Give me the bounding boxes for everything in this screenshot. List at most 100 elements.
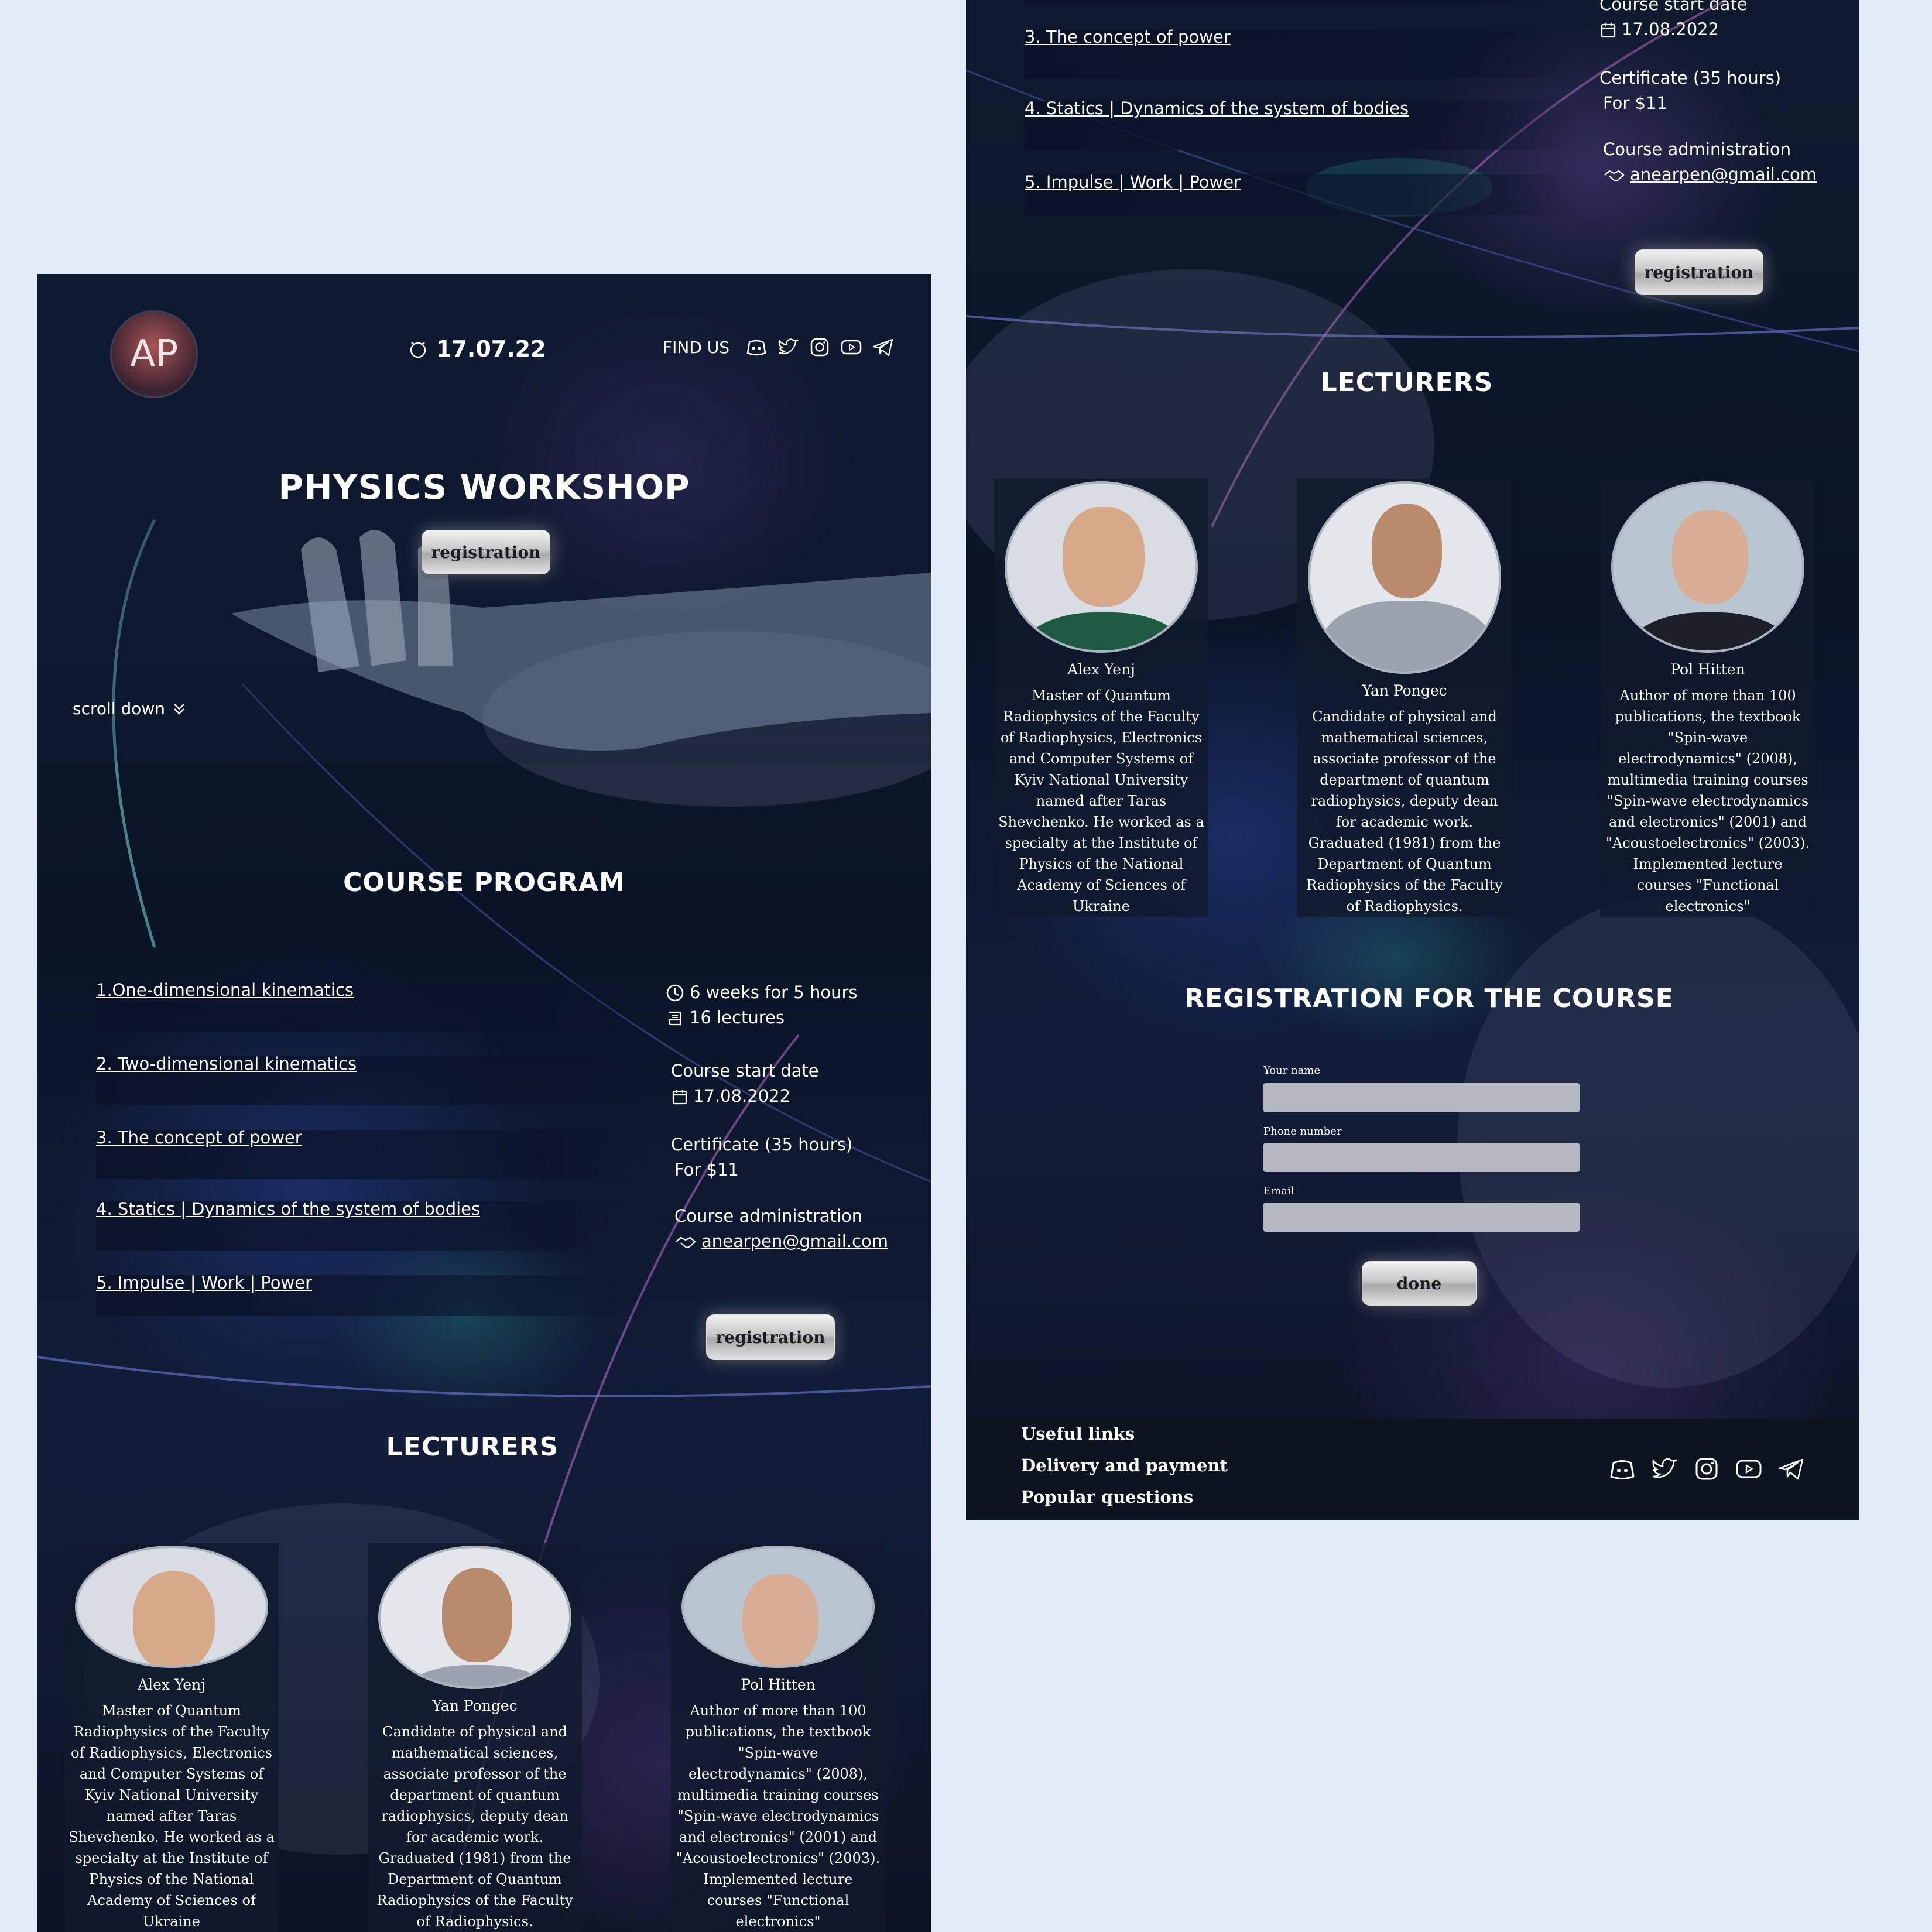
lecturer-name: Alex Yenj — [138, 1676, 205, 1693]
footer-link-questions[interactable]: Popular questions — [1021, 1487, 1193, 1507]
youtube-icon[interactable] — [1734, 1454, 1763, 1484]
lecturer-name: Alex Yenj — [1067, 661, 1135, 678]
lecturer-bio: Candidate of physical and mathematical s… — [1306, 708, 1503, 914]
program-item: 2. Two-dimensional kinematics — [1025, 0, 1581, 5]
price-text: For $11 — [1603, 93, 1667, 113]
program-registration-button[interactable]: registration — [706, 1314, 835, 1360]
robot-hand-graphic — [231, 530, 931, 751]
start-date-label: Course start date — [1599, 0, 1748, 14]
name-label: Your name — [1263, 1064, 1321, 1077]
logo-avatar[interactable]: AP — [110, 310, 198, 398]
program-item: 3. The concept of power — [96, 1128, 652, 1179]
program-item: 3. The concept of power — [1025, 27, 1581, 78]
hero-title: PHYSICS WORKSHOP — [278, 467, 690, 507]
calendar-icon — [1599, 21, 1617, 39]
lecturer-bio: Candidate of physical and mathematical s… — [376, 1724, 573, 1930]
name-input[interactable] — [1263, 1083, 1580, 1112]
email-input[interactable] — [1263, 1203, 1580, 1232]
start-date-value: 17.08.2022 — [1622, 19, 1719, 39]
admin-email-link[interactable]: anearpen@gmail.com — [701, 1229, 888, 1254]
header-date: 17.07.22 — [408, 336, 546, 362]
start-date-label: Course start date — [671, 1061, 819, 1081]
admin-label: Course administration — [1603, 139, 1791, 159]
footer-link-useful[interactable]: Useful links — [1021, 1424, 1135, 1444]
admin-email-link[interactable]: anearpen@gmail.com — [1630, 162, 1817, 187]
program-item-link[interactable]: 3. The concept of power — [1025, 27, 1231, 47]
instagram-icon[interactable] — [1692, 1454, 1721, 1484]
admin-block: Course administration anearpen@gmail.com — [1603, 137, 1817, 187]
duration-text: 6 weeks for 5 hours — [690, 982, 858, 1002]
lecturer-bio: Author of more than 100 publications, th… — [676, 1703, 881, 1930]
footer-link-delivery[interactable]: Delivery and payment — [1021, 1455, 1228, 1475]
lecturer-card: Yan Pongec Candidate of physical and mat… — [1297, 479, 1512, 917]
lecturer-name: Yan Pongec — [1362, 682, 1447, 699]
lecturer-card: Alex Yenj Master of Quantum Radiophysics… — [994, 479, 1208, 917]
lecturer-name: Pol Hitten — [1670, 661, 1745, 678]
program-item-link[interactable]: 4. Statics | Dynamics of the system of b… — [96, 1199, 480, 1219]
twitter-icon[interactable] — [1650, 1454, 1679, 1484]
lecturer-photo — [1005, 481, 1198, 653]
discord-icon[interactable] — [1608, 1454, 1637, 1484]
lectures-text: 16 lectures — [690, 1008, 785, 1027]
program-item-link[interactable]: 4. Statics | Dynamics of the system of b… — [1025, 98, 1409, 118]
footer: Useful links Delivery and payment Popula… — [966, 1419, 1859, 1520]
course-info: 6 weeks for 5 hours 16 lectures — [665, 980, 858, 1030]
program-item-link[interactable]: 2. Two-dimensional kinematics — [96, 1054, 357, 1074]
program-item-link[interactable]: 5. Impulse | Work | Power — [96, 1273, 312, 1293]
lecturer-bio: Master of Quantum Radiophysics of the Fa… — [68, 1703, 275, 1930]
email-label: Email — [1263, 1185, 1294, 1197]
lecturers-title: LECTURERS — [386, 1432, 559, 1462]
admin-email-row: anearpen@gmail.com — [1603, 162, 1817, 187]
page-mockup-top: AP 17.07.22 FIND US PHYSICS WORKSHOP reg… — [37, 274, 931, 1932]
lecturer-card: Yan Pongec Candidate of physical and mat… — [368, 1543, 582, 1932]
lecturer-photo — [681, 1546, 875, 1668]
program-item-link[interactable]: 1.One-dimensional kinematics — [96, 980, 354, 1000]
alarm-clock-icon — [408, 339, 428, 359]
scroll-down-link[interactable]: scroll down — [73, 699, 187, 718]
program-item: 5. Impulse | Work | Power — [96, 1273, 652, 1316]
program-item: 1.One-dimensional kinematics — [96, 980, 652, 1032]
telegram-icon[interactable] — [871, 335, 895, 359]
done-button[interactable]: done — [1362, 1261, 1477, 1306]
logo-text: AP — [129, 333, 179, 376]
lecturer-bio: Master of Quantum Radiophysics of the Fa… — [998, 687, 1204, 914]
telegram-icon[interactable] — [1776, 1454, 1806, 1484]
certificate-text: Certificate (35 hours) — [671, 1135, 853, 1155]
lecturer-name: Yan Pongec — [432, 1697, 518, 1714]
youtube-icon[interactable] — [840, 335, 863, 359]
page-mockup-bottom: 2. Two-dimensional kinematics 3. The con… — [966, 0, 1859, 1520]
start-date-row: 17.08.2022 — [1599, 17, 1748, 42]
phone-input[interactable] — [1263, 1143, 1580, 1172]
certificate-text: Certificate (35 hours) — [1599, 68, 1782, 88]
course-program-title: COURSE PROGRAM — [343, 868, 625, 898]
registration-title: REGISTRATION FOR THE COURSE — [1184, 984, 1674, 1013]
lecturer-card: Alex Yenj Master of Quantum Radiophysics… — [64, 1543, 279, 1932]
lecturer-name: Pol Hitten — [741, 1676, 816, 1693]
scroll-down-label: scroll down — [73, 699, 166, 718]
handshake-icon — [1603, 166, 1625, 184]
admin-email-row: anearpen@gmail.com — [674, 1229, 888, 1254]
handshake-icon — [674, 1233, 697, 1251]
duration-row: 6 weeks for 5 hours — [665, 980, 858, 1005]
instagram-icon[interactable] — [808, 335, 831, 359]
scroll-icon — [665, 1008, 685, 1028]
lecturer-photo — [75, 1546, 268, 1668]
header-social: FIND US — [663, 335, 895, 359]
footer-social — [1608, 1454, 1806, 1484]
lecturers-title: LECTURERS — [1320, 368, 1493, 398]
program-item: 5. Impulse | Work | Power — [1025, 172, 1581, 215]
lecturer-card: Pol Hitten Author of more than 100 publi… — [671, 1543, 885, 1932]
twitter-icon[interactable] — [776, 335, 800, 359]
program-list-continued: 2. Two-dimensional kinematics 3. The con… — [1025, 0, 1581, 240]
program-item: 4. Statics | Dynamics of the system of b… — [96, 1199, 652, 1251]
phone-label: Phone number — [1263, 1125, 1342, 1138]
lecturer-card: Pol Hitten Author of more than 100 publi… — [1601, 479, 1815, 917]
discord-icon[interactable] — [745, 335, 768, 359]
program-item-link[interactable]: 3. The concept of power — [96, 1128, 302, 1147]
program-registration-button[interactable]: registration — [1635, 249, 1763, 295]
find-us-label: FIND US — [663, 337, 730, 357]
program-item-link[interactable]: 5. Impulse | Work | Power — [1025, 172, 1241, 192]
start-date-row: 17.08.2022 — [671, 1084, 819, 1109]
hero-registration-button[interactable]: registration — [422, 530, 550, 574]
admin-label: Course administration — [674, 1206, 863, 1226]
